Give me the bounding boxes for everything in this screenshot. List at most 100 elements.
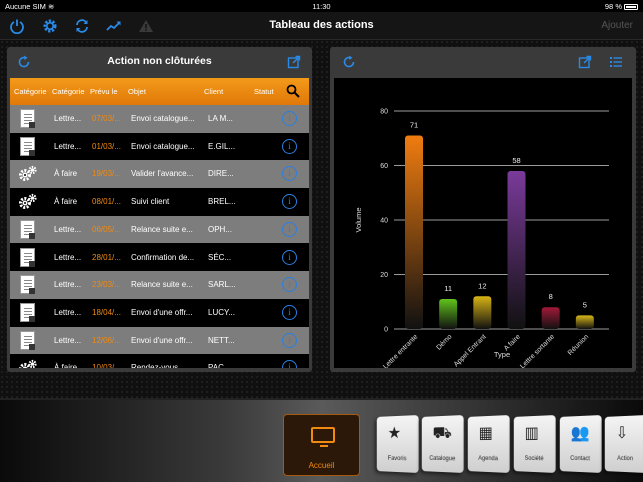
category-cell: Lettre...	[54, 224, 82, 234]
content-area: Action non clôturées Catégorie Catégorie…	[0, 40, 643, 430]
client-cell: PAC...	[208, 363, 231, 368]
object-cell: Envoi d'une offr...	[131, 307, 193, 317]
client-cell: OPH...	[208, 224, 233, 234]
table-row[interactable]: À faire 10/03/... Rendez-vous... PAC... i	[10, 354, 309, 368]
column-header[interactable]: Objet	[128, 87, 146, 96]
dock-card-action[interactable]: ⇩ Action	[604, 415, 643, 473]
client-cell: SARL...	[208, 280, 236, 290]
bar[interactable]	[541, 307, 560, 329]
due-date-cell: 10/03/...	[92, 363, 121, 368]
info-icon[interactable]: i	[282, 138, 297, 154]
due-date-cell: 06/05/...	[92, 224, 121, 234]
bar[interactable]	[473, 296, 492, 329]
document-icon	[18, 302, 38, 323]
info-icon[interactable]: i	[282, 166, 297, 182]
document-icon	[18, 136, 38, 157]
due-date-cell: 08/01/...	[92, 197, 121, 207]
bar-value-label: 8	[549, 292, 553, 301]
home-button[interactable]: Accueil	[283, 414, 360, 476]
dock-card-label: Société	[524, 455, 544, 463]
column-header[interactable]: Statut	[254, 87, 274, 96]
y-tick-label: 20	[380, 272, 388, 279]
bar[interactable]	[507, 170, 526, 329]
due-date-cell: 01/03/...	[92, 141, 121, 151]
star-icon: ★	[387, 424, 402, 443]
category-cell: À faire	[54, 169, 78, 179]
dock-card-socit[interactable]: ▥ Société	[513, 415, 556, 473]
info-icon[interactable]: i	[282, 360, 297, 368]
due-date-cell: 07/03/...	[92, 114, 121, 123]
info-icon[interactable]: i	[282, 111, 297, 126]
document-icon	[18, 330, 38, 351]
document-icon	[18, 219, 38, 240]
y-tick-label: 80	[380, 109, 388, 116]
search-icon[interactable]	[286, 84, 300, 98]
table-header: Catégorie Catégorie Prévu le Objet Clien…	[10, 78, 309, 105]
client-cell: SÉC...	[208, 252, 232, 262]
list-icon[interactable]	[609, 55, 623, 69]
dock-card-label: Agenda	[478, 455, 498, 463]
cart-icon: ⛟	[432, 424, 452, 443]
bar[interactable]	[439, 299, 458, 329]
column-header[interactable]: Client	[204, 87, 223, 96]
table-row[interactable]: Lettre... 23/03/... Relance suite e... SARL…	[10, 271, 309, 299]
actions-by-type-chart: 0 20 40 60 80 Volume 71 Lettre entrante 11 Démo 12…	[334, 78, 632, 371]
client-cell: NETT...	[208, 335, 235, 345]
y-tick-label: 40	[380, 218, 388, 225]
dock-card-contact[interactable]: 👥 Contact	[559, 415, 602, 473]
bar-value-label: 11	[444, 284, 452, 293]
client-cell: BREL...	[208, 197, 236, 207]
info-icon[interactable]: i	[282, 194, 297, 210]
gears-icon	[19, 360, 37, 368]
table-row[interactable]: Lettre... 01/03/... Envoi catalogue... E.GI…	[10, 132, 309, 161]
table-row[interactable]: Lettre... 12/06/... Envoi d'une offr... NET…	[10, 326, 309, 355]
table-row[interactable]: Lettre... 18/04/... Envoi d'une offr... LUC…	[10, 298, 309, 327]
bar-value-label: 5	[583, 300, 587, 309]
building-icon: ▥	[524, 424, 539, 443]
y-tick-label: 60	[380, 163, 388, 170]
dock-card-agenda[interactable]: ▦ Agenda	[467, 415, 510, 473]
column-header[interactable]: Catégorie	[14, 87, 47, 96]
client-cell: LA M...	[208, 114, 233, 123]
dock-card-label: Catalogue	[429, 455, 456, 463]
object-cell: Confirmation de...	[131, 252, 195, 262]
dock-card-catalogue[interactable]: ⛟ Catalogue	[421, 415, 464, 473]
object-cell: Suivi client	[131, 197, 170, 207]
column-header[interactable]: Prévu le	[90, 87, 118, 96]
info-icon[interactable]: i	[282, 332, 297, 348]
battery-icon	[624, 4, 638, 11]
navigation-bar: Tableau des actions Ajouter	[0, 12, 643, 40]
dock-card-label: Favoris	[387, 455, 407, 463]
bar[interactable]	[575, 315, 594, 329]
refresh-icon[interactable]	[342, 55, 356, 69]
table-row[interactable]: Lettre... 07/03/... Envoi catalogue... LA M…	[10, 105, 309, 133]
object-cell: Relance suite e...	[131, 280, 193, 290]
info-icon[interactable]: i	[282, 249, 297, 265]
dock-card-label: Action	[617, 455, 634, 463]
bar-chart: 0 20 40 60 80 Volume 71 Lettre entrante 11 Démo 12…	[354, 109, 609, 371]
expand-icon[interactable]	[287, 55, 301, 69]
client-cell: DIRE...	[208, 169, 234, 179]
document-icon	[18, 247, 38, 268]
dock-card-favoris[interactable]: ★ Favoris	[376, 415, 419, 473]
people-icon: 👥	[570, 424, 590, 443]
object-cell: Envoi catalogue...	[131, 114, 195, 123]
x-tick-label: Appel Entrant	[453, 333, 488, 368]
expand-icon[interactable]	[578, 55, 592, 69]
table-row[interactable]: Lettre... 28/01/... Confirmation de... SÉC.…	[10, 243, 309, 272]
column-header[interactable]: Catégorie	[52, 87, 85, 96]
table-row[interactable]: À faire 08/01/... Suivi client BREL... i	[10, 188, 309, 216]
info-icon[interactable]: i	[282, 304, 297, 320]
dock-card-label: Contact	[570, 455, 590, 463]
y-axis-label: Volume	[354, 207, 363, 232]
actions-table: Catégorie Catégorie Prévu le Objet Clien…	[10, 78, 309, 368]
home-label: Accueil	[308, 461, 335, 470]
table-row[interactable]: À faire 19/03/... Valider l'avance... DIRE.…	[10, 160, 309, 189]
bar[interactable]	[405, 135, 423, 329]
table-row[interactable]: Lettre... 06/05/... Relance suite e... OPH.…	[10, 215, 309, 244]
add-button[interactable]: Ajouter	[601, 20, 633, 31]
info-icon[interactable]: i	[282, 221, 297, 237]
info-icon[interactable]: i	[282, 277, 297, 293]
panel-title: Action non clôturées	[107, 55, 212, 67]
panel-header: Action non clôturées	[7, 47, 312, 77]
